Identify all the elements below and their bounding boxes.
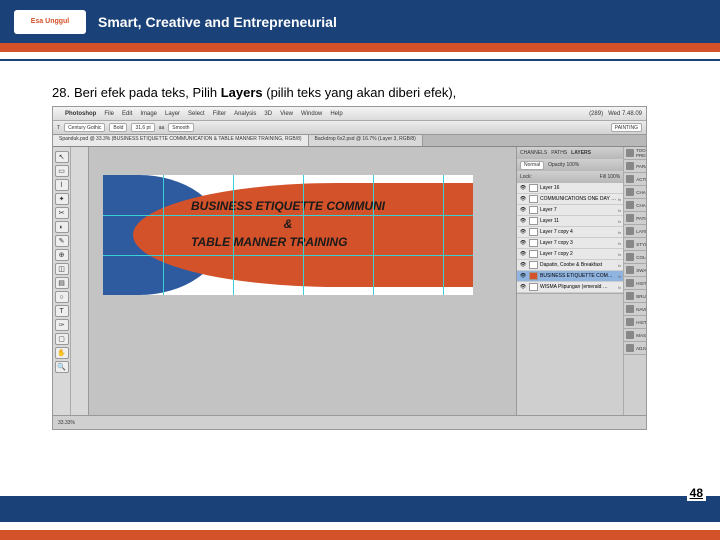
menu-view[interactable]: View [280,111,293,117]
right-panels: CHANNELS PATHS LAYERS Normal Opacity 100… [516,147,646,415]
brush-tool-icon[interactable]: ✎ [55,235,69,247]
stamp-tool-icon[interactable]: ⊕ [55,249,69,261]
panel-adjustments[interactable]: ADJUSTMENTS [624,342,647,355]
panel-layers[interactable]: LAYERS [624,225,647,238]
logo: Esa Unggul [14,10,86,34]
panel-tool-presets[interactable]: TOOL PRESETS [624,147,647,160]
eyedrop-tool-icon[interactable]: ◐ [55,221,69,233]
panel-masks[interactable]: MASKS [624,329,647,342]
document-tabs: Spanduk.psd @ 33.3% (BUSINESS ETIQUETTE … [53,135,646,147]
blur-tool-icon[interactable]: ○ [55,291,69,303]
layer-row[interactable]: 👁Dapatin, Coobe & Breakfastfx [517,260,623,271]
artwork: BUSINESS ETIQUETTE COMMUNI & TABLE MANNE… [103,175,473,295]
toolbox-col2 [71,147,89,415]
panel-histogram[interactable]: HISTOGRAM [624,277,647,290]
aa-select[interactable]: Smooth [168,123,193,132]
page-number: 48 [687,485,706,501]
menu-file[interactable]: File [104,111,114,117]
menu-window[interactable]: Window [301,111,322,117]
workspace: ↖ ▭ ⌇ ✦ ✂ ◐ ✎ ⊕ ◫ ▤ ○ T ✑ ▢ ✋ 🔍 [53,147,646,415]
weight-select[interactable]: Bold [109,123,127,132]
doc-tab-1[interactable]: Spanduk.psd @ 33.3% (BUSINESS ETIQUETTE … [53,135,309,146]
layer-row-selected[interactable]: 👁BUSINESS ETIQUETTE COM…fx [517,271,623,282]
menu-image[interactable]: Image [140,111,157,117]
layers-panel-tabs: CHANNELS PATHS LAYERS [517,147,623,159]
panel-navigator[interactable]: NAVIGATOR [624,303,647,316]
slide-footer: 48 [0,496,720,540]
canvas[interactable]: BUSINESS ETIQUETTE COMMUNI & TABLE MANNE… [89,147,516,415]
doc-tab-2[interactable]: Backdrop 6x2.psd @ 16.7% (Layer 3, RGB/8… [309,135,423,146]
blend-mode[interactable]: Normal [520,161,544,170]
photoshop-screenshot: Photoshop File Edit Image Layer Select F… [52,106,647,430]
panel-paragraph[interactable]: PARAGRAPH [624,160,647,173]
artwork-text: BUSINESS ETIQUETTE COMMUNI & TABLE MANNE… [191,197,385,251]
menubar-status: (289) Wed 7.48.09 [589,111,646,117]
panel-brushes[interactable]: BRUSHES [624,290,647,303]
menu-analysis[interactable]: Analysis [234,111,256,117]
panel-color[interactable]: COLOR [624,251,647,264]
menu-select[interactable]: Select [188,111,205,117]
zoom-level[interactable]: 33.33% [58,420,75,426]
layers-lock-row: Lock: Fill 100% [517,171,623,183]
shape-tool-icon[interactable]: ▢ [55,333,69,345]
zoom-tool-icon[interactable]: 🔍 [55,361,69,373]
panel-character[interactable]: CHARACTER [624,186,647,199]
options-bar: T Century Gothic Bold 31,6 pt aa Smooth … [53,121,646,135]
layer-row[interactable]: 👁Layer 7 copy 2fx [517,249,623,260]
wand-tool-icon[interactable]: ✦ [55,193,69,205]
menu-help[interactable]: Help [330,111,342,117]
menu-3d[interactable]: 3D [264,111,272,117]
panel-history[interactable]: HISTORY [624,316,647,329]
menu-layer[interactable]: Layer [165,111,180,117]
layer-row[interactable]: 👁Layer 16 [517,183,623,194]
layer-row[interactable]: 👁COMMUNICATIONS ONE DAY …fx [517,194,623,205]
layer-row[interactable]: 👁WISMA Plipungan (emerald …fx [517,282,623,293]
layer-row[interactable]: 👁Layer 7fx [517,205,623,216]
menu-filter[interactable]: Filter [213,111,226,117]
instruction-text: 28.Beri efek pada teks, Pilih Layers (pi… [52,85,668,100]
toolbox-col1: ↖ ▭ ⌇ ✦ ✂ ◐ ✎ ⊕ ◫ ▤ ○ T ✑ ▢ ✋ 🔍 [53,147,71,415]
status-bar: 33.33% [53,415,646,429]
panel-actions[interactable]: ACTIONS [624,173,647,186]
layers-list: 👁Layer 16 👁COMMUNICATIONS ONE DAY …fx 👁L… [517,183,623,293]
step-number: 28. [52,85,74,100]
crop-tool-icon[interactable]: ✂ [55,207,69,219]
type-tool-icon[interactable]: T [55,305,69,317]
panel-swatches[interactable]: SWATCHES [624,264,647,277]
layer-row[interactable]: 👁Layer 7 copy 3fx [517,238,623,249]
panel-channels[interactable]: CHANNELS [624,199,647,212]
gradient-tool-icon[interactable]: ▤ [55,277,69,289]
font-select[interactable]: Century Gothic [64,123,105,132]
panel-styles[interactable]: STYLES [624,238,647,251]
pen-tool-icon[interactable]: ✑ [55,319,69,331]
move-tool-icon[interactable]: ↖ [55,151,69,163]
menu-edit[interactable]: Edit [122,111,132,117]
layer-row[interactable]: 👁Layer 11fx [517,216,623,227]
eraser-tool-icon[interactable]: ◫ [55,263,69,275]
panel-paths[interactable]: PATHS [624,212,647,225]
layer-row[interactable]: 👁Layer 7 copy 4fx [517,227,623,238]
slide-header: Esa Unggul Smart, Creative and Entrepren… [0,0,720,43]
marquee-tool-icon[interactable]: ▭ [55,165,69,177]
lasso-tool-icon[interactable]: ⌇ [55,179,69,191]
app-name: Photoshop [65,111,96,117]
size-select[interactable]: 31,6 pt [131,123,154,132]
workspace-mode[interactable]: PAINTING [611,123,642,132]
mac-menubar: Photoshop File Edit Image Layer Select F… [53,107,646,121]
content-area: 28.Beri efek pada teks, Pilih Layers (pi… [0,61,720,430]
hand-tool-icon[interactable]: ✋ [55,347,69,359]
collapsed-panels: TOOL PRESETS PARAGRAPH ACTIONS CHARACTER… [623,147,647,415]
layers-controls: Normal Opacity 100% [517,159,623,171]
tagline: Smart, Creative and Entrepreneurial [98,14,337,30]
orange-bar [0,43,720,52]
